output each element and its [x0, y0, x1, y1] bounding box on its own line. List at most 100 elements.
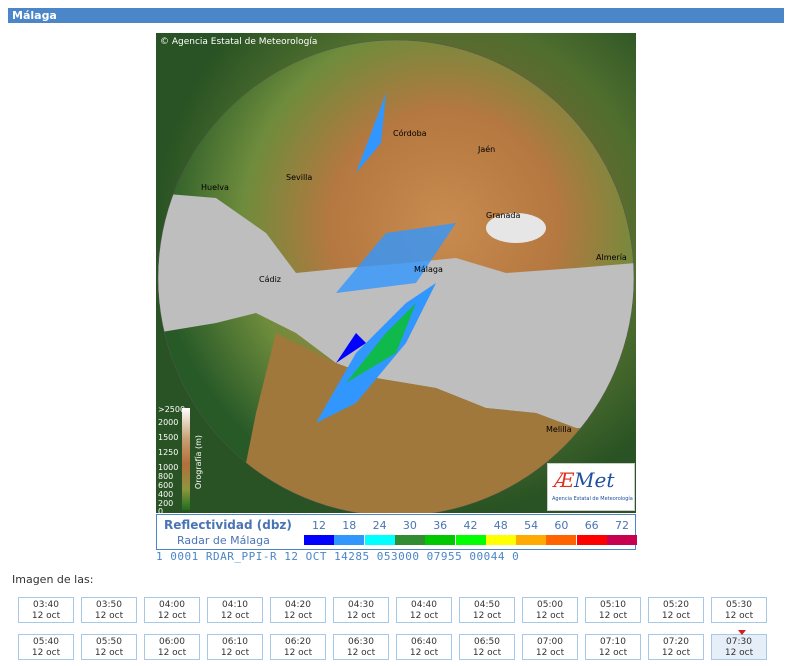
time-button-time: 06:10 — [222, 637, 248, 647]
image-time-label: Imagen de las: — [12, 573, 94, 586]
time-button-date: 12 oct — [598, 648, 628, 658]
orography-tick: 2000 — [158, 418, 179, 427]
time-button[interactable]: 05:20 12 oct — [648, 597, 704, 623]
time-button-time: 05:20 — [663, 600, 689, 610]
time-button-date: 12 oct — [157, 648, 187, 658]
legend-swatch — [334, 535, 365, 545]
time-button[interactable]: 06:50 12 oct — [459, 634, 515, 660]
city-label: Almería — [596, 253, 627, 262]
time-button[interactable]: 06:10 12 oct — [207, 634, 263, 660]
aemet-logo: ÆMet Agencia Estatal de Meteorología — [547, 463, 635, 511]
time-button[interactable]: 05:00 12 oct — [522, 597, 578, 623]
time-button-date: 12 oct — [409, 611, 439, 621]
time-button-time: 04:30 — [348, 600, 374, 610]
time-button-date: 12 oct — [283, 611, 313, 621]
legend-swatch — [394, 535, 425, 545]
aemet-logo-subtitle: Agencia Estatal de Meteorología — [552, 496, 633, 502]
time-button[interactable]: 07:20 12 oct — [648, 634, 704, 660]
time-button-time: 06:20 — [285, 637, 311, 647]
legend-value: 48 — [493, 519, 508, 532]
time-button-date: 12 oct — [472, 611, 502, 621]
orography-tick: 1000 — [158, 463, 179, 472]
time-button-date: 12 oct — [661, 648, 691, 658]
time-button[interactable]: 07:10 12 oct — [585, 634, 641, 660]
radar-image: © Agencia Estatal de Meteorología Córdob… — [156, 33, 636, 513]
time-button-time: 06:40 — [411, 637, 437, 647]
orography-tick: 400 — [158, 490, 174, 499]
time-button[interactable]: 04:40 12 oct — [396, 597, 452, 623]
time-button-time: 03:50 — [96, 600, 122, 610]
time-button-time: 04:10 — [222, 600, 248, 610]
time-button-time: 05:40 — [33, 637, 59, 647]
time-button-date: 12 oct — [220, 611, 250, 621]
orography-tick: 600 — [158, 481, 174, 490]
time-button-date: 12 oct — [535, 648, 565, 658]
orography-tick: 0 — [158, 507, 164, 513]
time-button-time: 06:00 — [159, 637, 185, 647]
time-button-time: 06:50 — [474, 637, 500, 647]
time-button[interactable]: 04:00 12 oct — [144, 597, 200, 623]
time-button-date: 12 oct — [283, 648, 313, 658]
city-label: Cádiz — [259, 275, 281, 284]
time-button-time: 07:00 — [537, 637, 563, 647]
city-label: Jaén — [478, 145, 496, 154]
orography-title: Orografía (m) — [194, 435, 203, 490]
time-button-date: 12 oct — [409, 648, 439, 658]
legend-swatch — [607, 535, 637, 545]
legend-value: 30 — [402, 519, 417, 532]
time-button-time: 04:40 — [411, 600, 437, 610]
time-button-time: 04:50 — [474, 600, 500, 610]
legend-value: 60 — [554, 519, 569, 532]
copyright-text: © Agencia Estatal de Meteorología — [160, 37, 318, 47]
city-label: Málaga — [414, 265, 443, 274]
page-title: Málaga — [8, 8, 784, 23]
legend-swatch — [516, 535, 547, 545]
time-button-time: 05:50 — [96, 637, 122, 647]
time-button-time: 04:00 — [159, 600, 185, 610]
city-label: Huelva — [201, 183, 229, 192]
legend-value: 36 — [433, 519, 448, 532]
orography-tick: 1500 — [158, 433, 179, 442]
time-button[interactable]: 03:50 12 oct — [81, 597, 137, 623]
time-button[interactable]: 07:00 12 oct — [522, 634, 578, 660]
time-button[interactable]: 04:30 12 oct — [333, 597, 389, 623]
time-button-date: 12 oct — [31, 648, 61, 658]
time-button-date: 12 oct — [724, 648, 754, 658]
city-label: Melilla — [546, 425, 572, 434]
legend-value: 72 — [615, 519, 629, 532]
time-button[interactable]: 04:50 12 oct — [459, 597, 515, 623]
time-button[interactable]: 04:20 12 oct — [270, 597, 326, 623]
time-button-date: 12 oct — [220, 648, 250, 658]
time-button[interactable]: 06:40 12 oct — [396, 634, 452, 660]
orography-tick: 800 — [158, 472, 174, 481]
time-button[interactable]: 06:30 12 oct — [333, 634, 389, 660]
time-button[interactable]: 05:40 12 oct — [18, 634, 74, 660]
legend-swatch — [455, 535, 486, 545]
city-label: Sevilla — [286, 173, 313, 182]
time-button-time: 05:30 — [726, 600, 752, 610]
aemet-logo-text: ÆMet — [554, 468, 615, 492]
time-button[interactable]: 06:20 12 oct — [270, 634, 326, 660]
time-button-date: 12 oct — [598, 611, 628, 621]
time-button-time: 05:10 — [600, 600, 626, 610]
time-button-date: 12 oct — [724, 611, 754, 621]
time-button-time: 03:40 — [33, 600, 59, 610]
time-button[interactable]: 07:30 12 oct — [711, 630, 767, 660]
time-button[interactable]: 03:40 12 oct — [18, 597, 74, 623]
time-button[interactable]: 06:00 12 oct — [144, 634, 200, 660]
legend-swatch — [425, 535, 456, 545]
time-button-date: 12 oct — [31, 611, 61, 621]
time-button[interactable]: 04:10 12 oct — [207, 597, 263, 623]
time-button-time: 06:30 — [348, 637, 374, 647]
legend-value: 12 — [312, 519, 326, 532]
time-button[interactable]: 05:10 12 oct — [585, 597, 641, 623]
legend-value: 42 — [463, 519, 478, 532]
time-button[interactable]: 05:30 12 oct — [711, 597, 767, 623]
legend-value: 18 — [342, 519, 357, 532]
radar-status-line: 1 0001 RDAR_PPI-R 12 OCT 14285 053000 07… — [156, 550, 636, 563]
selected-marker-icon — [738, 630, 746, 635]
legend-swatch — [485, 535, 516, 545]
legend-swatch — [546, 535, 577, 545]
time-button[interactable]: 05:50 12 oct — [81, 634, 137, 660]
city-label: Granada — [486, 211, 521, 220]
